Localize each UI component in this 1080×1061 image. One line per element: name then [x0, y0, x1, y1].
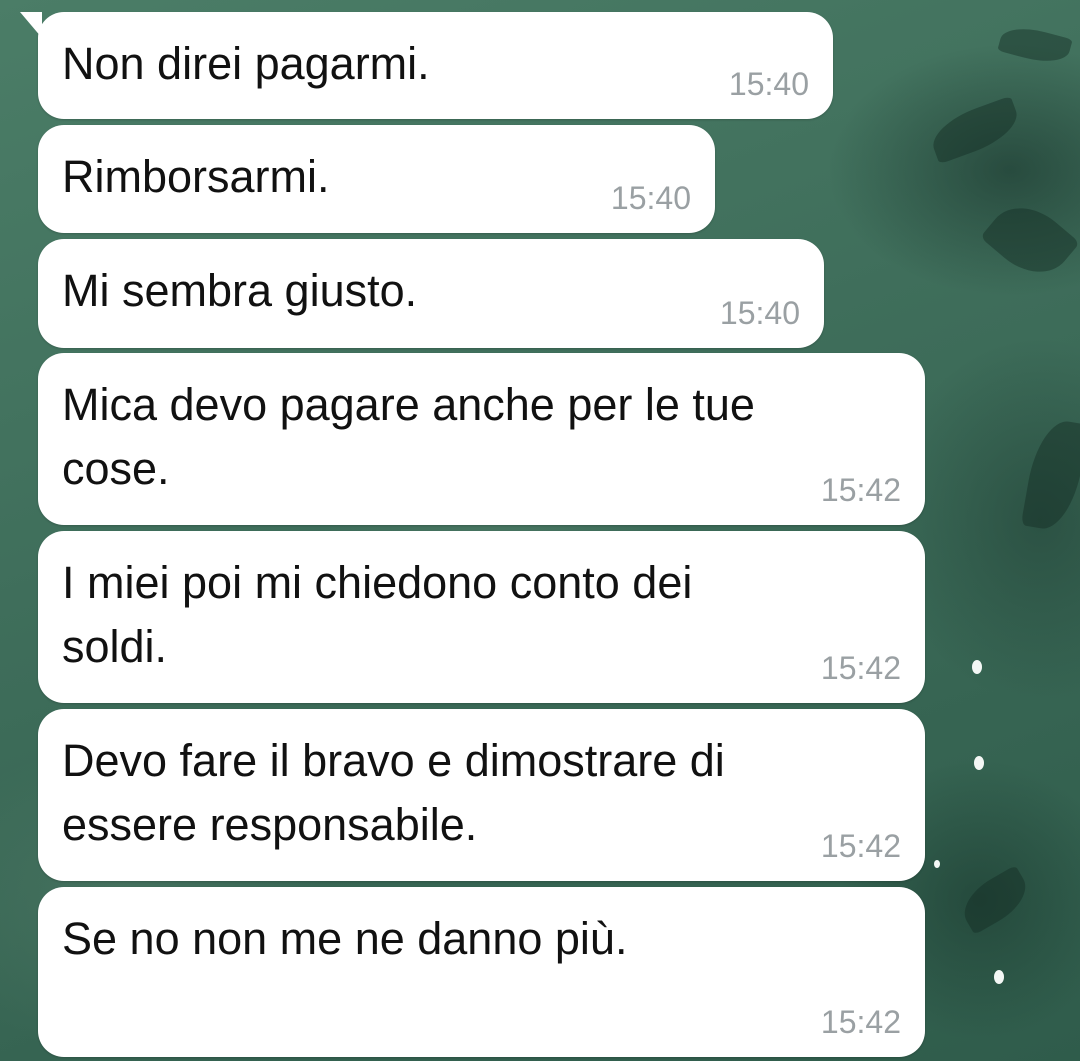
message-bubble[interactable]: I miei poi mi chiedono conto dei soldi. …: [38, 531, 925, 703]
message-text: Non direi pagarmi.: [62, 38, 430, 89]
message-timestamp: 15:40: [610, 180, 691, 216]
message-text: Se no non me ne danno più.: [62, 913, 628, 964]
message-timestamp: 15:42: [820, 472, 901, 508]
message-timestamp: 15:42: [820, 650, 901, 686]
message-text: Mica devo pagare anche per le tue cose.: [62, 379, 755, 494]
message-timestamp: 15:42: [820, 1004, 901, 1040]
message-bubble[interactable]: Se no non me ne danno più. 15:42: [38, 887, 925, 1057]
message-bubble[interactable]: Non direi pagarmi. 15:40: [20, 12, 833, 119]
message-text: Rimborsarmi.: [62, 151, 330, 202]
message-bubble[interactable]: Rimborsarmi. 15:40: [38, 125, 715, 233]
message-list: Non direi pagarmi. 15:40 Rimborsarmi. 15…: [0, 0, 1080, 1061]
message-timestamp: 15:40: [719, 295, 800, 331]
message-timestamp: 15:40: [728, 66, 809, 102]
message-text: Mi sembra giusto.: [62, 265, 418, 316]
bubble-tail: [20, 12, 42, 38]
message-bubble[interactable]: Devo fare il bravo e dimostrare di esser…: [38, 709, 925, 881]
message-bubble[interactable]: Mi sembra giusto. 15:40: [38, 239, 824, 348]
message-text: I miei poi mi chiedono conto dei soldi.: [62, 557, 693, 672]
message-text: Devo fare il bravo e dimostrare di esser…: [62, 735, 725, 850]
message-timestamp: 15:42: [820, 828, 901, 864]
message-bubble[interactable]: Mica devo pagare anche per le tue cose. …: [38, 353, 925, 525]
